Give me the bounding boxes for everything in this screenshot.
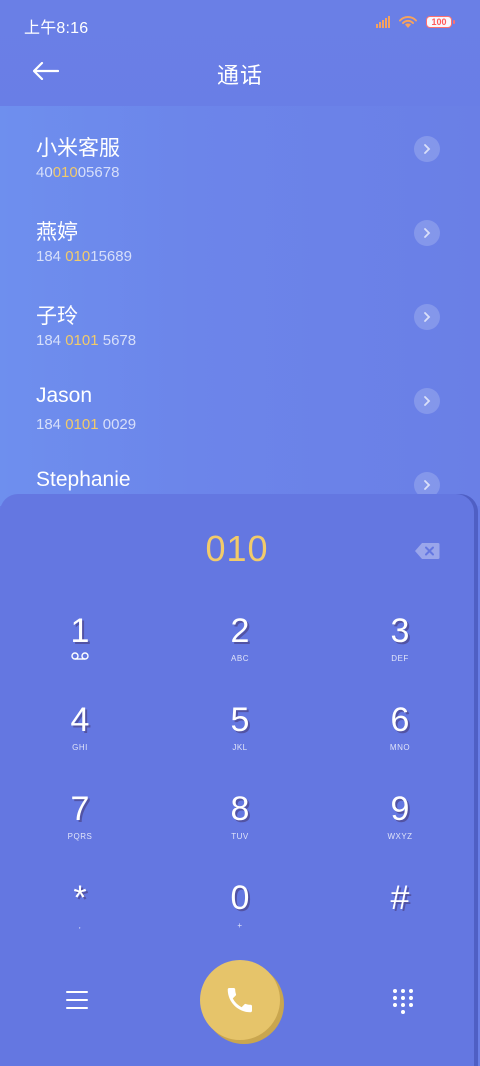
number-suffix: 0029 — [98, 416, 137, 433]
key-digit: 1 — [70, 612, 90, 650]
wifi-icon — [399, 16, 417, 28]
status-time: 上午8:16 — [24, 20, 89, 37]
contact-item[interactable]: 小米客服 4001005678 — [0, 120, 480, 204]
call-button[interactable] — [200, 960, 280, 1040]
number-prefix: 184 — [36, 416, 66, 433]
contact-detail-button[interactable] — [414, 304, 440, 330]
contact-number: 184 0101 0029 — [36, 416, 136, 433]
contact-number: 184 0101 5678 — [36, 332, 136, 349]
key-8[interactable]: 8 TUV — [180, 782, 300, 862]
dialed-number-display: 010 — [205, 528, 269, 569]
key-letters: DEF — [391, 654, 409, 663]
number-suffix: 05678 — [77, 164, 120, 181]
contact-detail-button[interactable] — [414, 136, 440, 162]
contact-detail-button[interactable] — [414, 220, 440, 246]
chevron-right-icon — [424, 312, 431, 322]
key-2[interactable]: 2 ABC — [180, 604, 300, 684]
key-letters: , — [78, 921, 82, 930]
key-6[interactable]: 6 MNO — [340, 693, 460, 773]
phone-screen: 上午8:16 100 通话 小米客服 40 0 1005678 燕婷 184 010… — [0, 0, 480, 1066]
contact-name: 燕婷 — [36, 221, 78, 244]
contact-name: 小米客服 — [36, 137, 120, 160]
key-letters: JKL — [232, 743, 248, 752]
key-letters: PQRS — [67, 832, 93, 841]
contact-detail-button[interactable] — [414, 388, 440, 414]
key-digit: 2 — [230, 612, 250, 650]
key-digit: 4 — [70, 701, 90, 739]
number-match: 0101 — [65, 332, 99, 349]
key-letters: WXYZ — [387, 832, 413, 841]
key-letters: MNO — [389, 743, 411, 752]
key-digit: 9 — [390, 790, 410, 828]
number-match: 010 — [52, 164, 78, 181]
number-match: 0101 — [65, 416, 99, 433]
number-suffix: 15689 — [90, 248, 132, 265]
key-digit: 6 — [390, 701, 410, 739]
chevron-right-icon — [424, 144, 431, 154]
key-9[interactable]: 9 WXYZ — [340, 782, 460, 862]
key-3[interactable]: 3 DEF — [340, 604, 460, 684]
contact-number: 4001005678 — [36, 164, 119, 181]
contact-name: Jason — [36, 384, 93, 407]
chevron-right-icon — [424, 228, 431, 238]
contact-item[interactable]: 子玲 184 0101 5678 — [0, 288, 480, 372]
key-1[interactable]: 1 — [20, 604, 140, 684]
battery-level: 100 — [431, 16, 447, 27]
status-bar: 上午8:16 100 — [0, 0, 480, 44]
dialpad-panel: 010 1 2 ABC 3 DEF 4 GHI 5 JKL 6 MNO 7 PQ… — [0, 494, 474, 1066]
contact-item[interactable]: 燕婷 184 01015689 — [0, 204, 480, 288]
number-prefix: 40 — [36, 164, 53, 181]
key-digit: 0 — [230, 879, 250, 917]
backspace-icon[interactable] — [414, 542, 440, 560]
key-digit: 5 — [230, 701, 250, 739]
key-digit: # — [390, 879, 410, 917]
key-0[interactable]: 0 + — [180, 871, 300, 951]
contact-name: Stephanie — [36, 468, 131, 491]
key-letters: + — [237, 921, 243, 930]
signal-icon — [376, 16, 390, 28]
key-digit: 3 — [390, 612, 410, 650]
contact-list: 小米客服 4001005678 燕婷 184 01015689 子玲 184 0… — [0, 120, 480, 540]
number-suffix: 5678 — [98, 332, 137, 349]
dialpad-grid-icon[interactable] — [392, 988, 414, 1014]
chevron-right-icon — [424, 396, 431, 406]
number-match: 010 — [65, 248, 91, 265]
key-4[interactable]: 4 GHI — [20, 693, 140, 773]
key-letters: GHI — [72, 743, 88, 752]
number-prefix: 184 — [36, 248, 66, 265]
number-prefix: 184 — [36, 332, 66, 349]
key-letters: ABC — [231, 654, 249, 663]
app-header: 通话 — [0, 44, 480, 100]
key-digit: 8 — [230, 790, 250, 828]
contact-item[interactable]: Jason 184 0101 0029 — [0, 372, 480, 456]
battery-icon: 100 — [426, 16, 455, 28]
key-7[interactable]: 7 PQRS — [20, 782, 140, 862]
contact-name: 子玲 — [36, 305, 78, 328]
key-hash[interactable]: # — [340, 871, 460, 951]
status-icons: 100 — [376, 14, 455, 30]
key-digit: 7 — [70, 790, 90, 828]
contact-number: 184 01015689 — [36, 248, 132, 265]
key-5[interactable]: 5 JKL — [180, 693, 300, 773]
chevron-right-icon — [424, 480, 431, 490]
key-star[interactable]: * , — [20, 871, 140, 951]
page-title: 通话 — [216, 63, 263, 88]
key-digit: * — [73, 879, 87, 917]
key-letters: TUV — [231, 832, 249, 841]
menu-icon[interactable] — [66, 988, 90, 1012]
phone-icon — [227, 988, 252, 1013]
voicemail-icon — [71, 652, 89, 660]
